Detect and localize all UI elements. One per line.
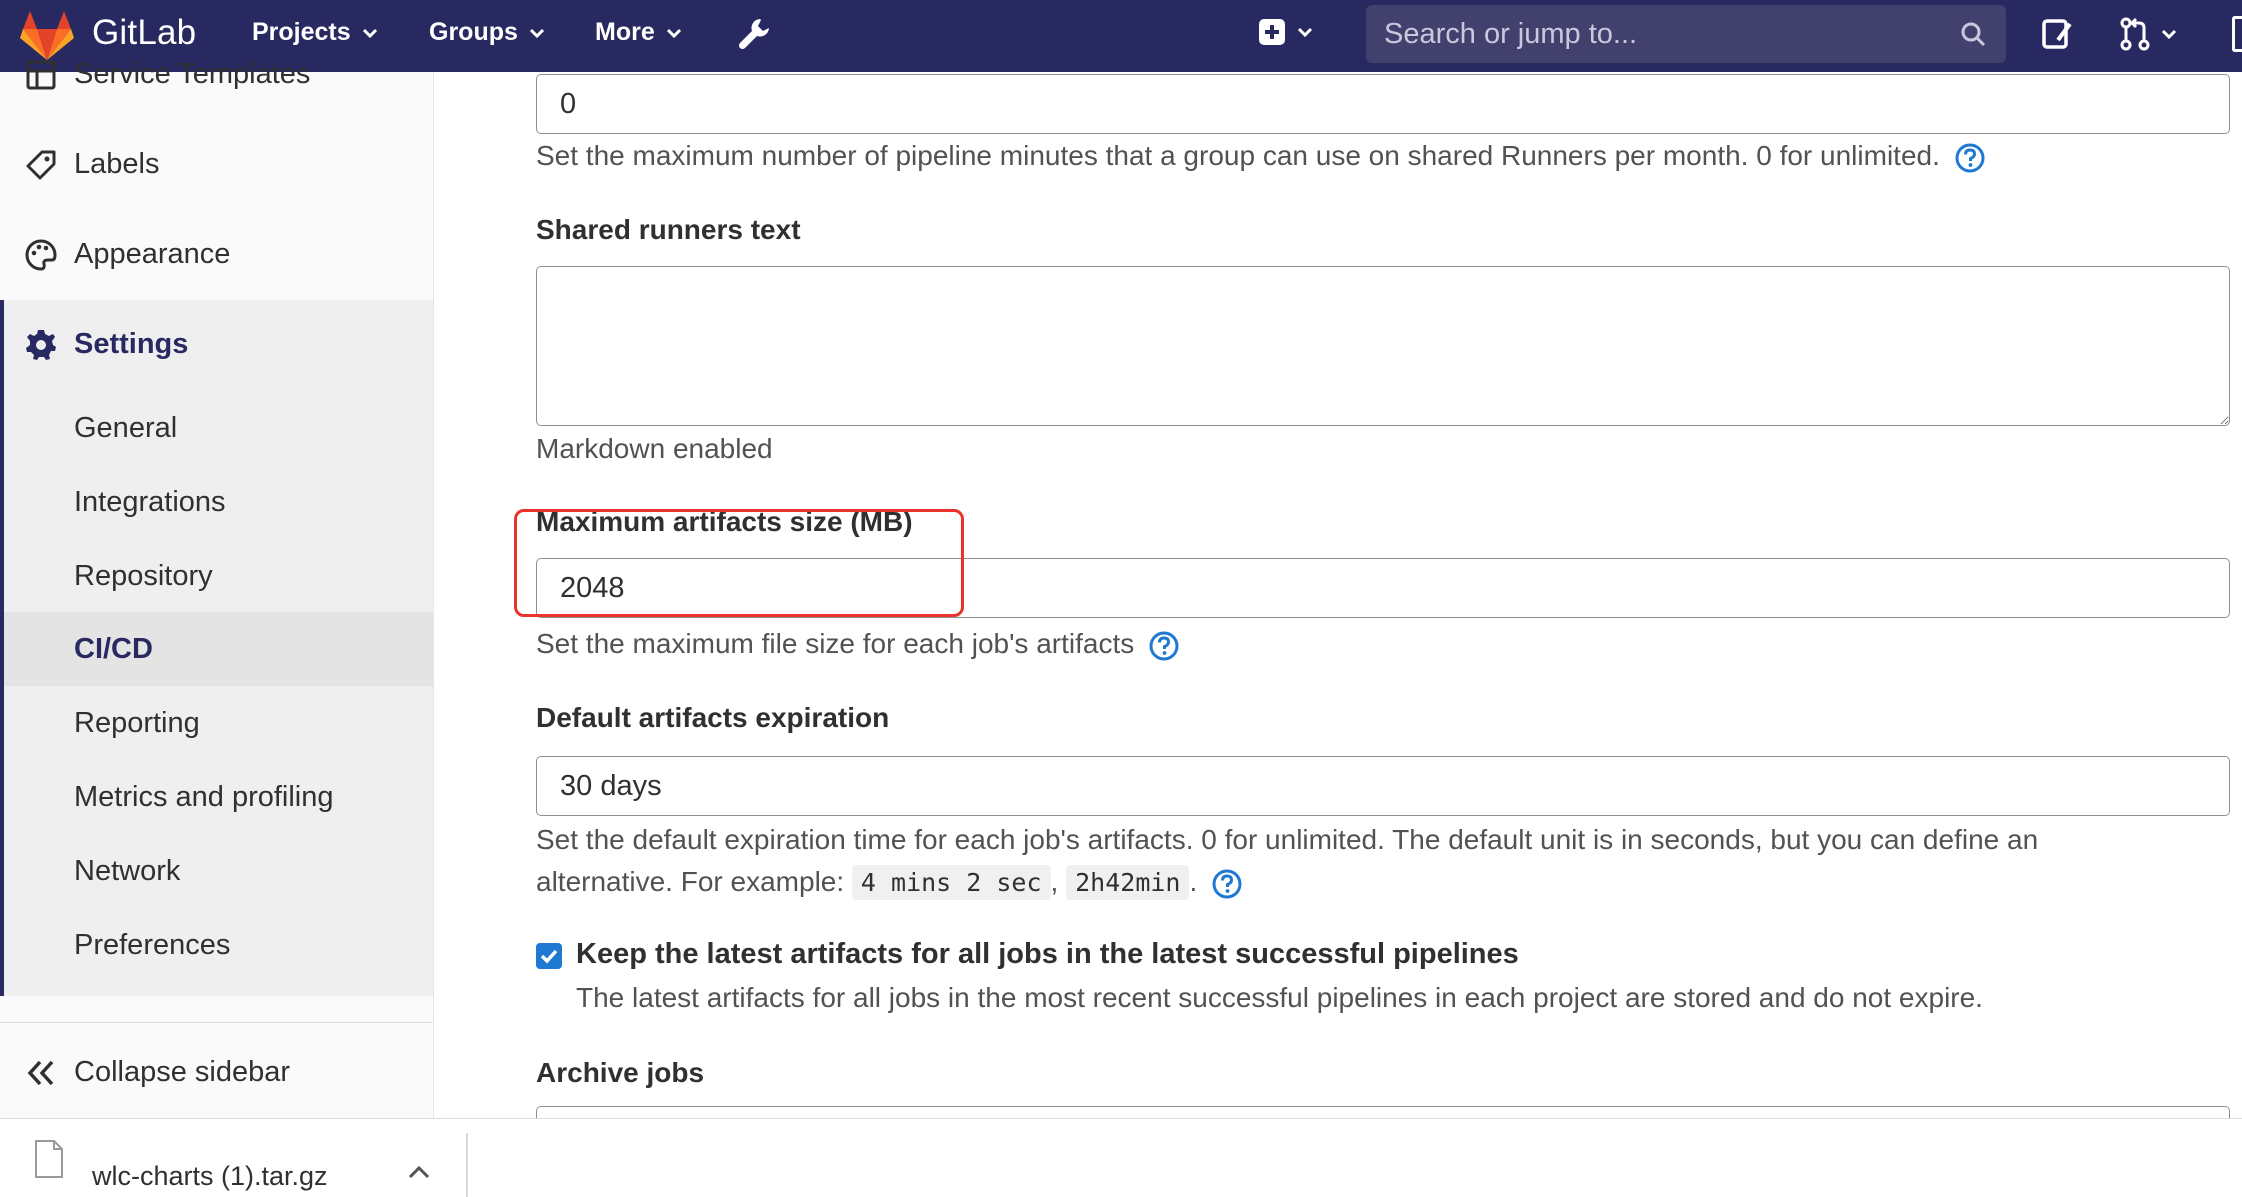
max-artifacts-size-help-text: Set the maximum file size for each job's… [536,628,1135,659]
chevron-down-icon [1297,27,1313,38]
gitlab-logo-icon[interactable] [20,10,74,62]
max-artifacts-size-help: Set the maximum file size for each job's… [536,623,1180,665]
default-artifacts-expiration-help: Set the default expiration time for each… [536,819,2038,904]
chevron-down-icon [2161,29,2177,40]
sidebar-item-label: Labels [74,148,160,180]
brand-name[interactable]: GitLab [92,13,196,53]
pipeline-minutes-input[interactable] [536,74,2230,134]
archive-jobs-label: Archive jobs [536,1057,705,1088]
expiration-help-line2: alternative. For example: 4 mins 2 sec, … [536,861,2038,904]
cicd-active-highlight [4,612,433,686]
palette-icon [25,239,57,271]
expiration-help-line1: Set the default expiration time for each… [536,824,2039,855]
pipeline-minutes-help: Set the maximum number of pipeline minut… [536,135,1986,177]
gear-icon [26,330,56,360]
checkmark-icon [540,949,558,964]
question-circle-icon[interactable] [1954,142,1986,174]
shared-runners-text-label: Shared runners text [536,214,801,245]
more-menu-label: More [595,18,655,46]
sidebar-subitem-cicd[interactable]: CI/CD [74,633,153,666]
question-circle-icon[interactable] [1148,630,1180,662]
sidebar-subitem-network[interactable]: Network [74,855,180,888]
sidebar-divider [0,1022,433,1023]
default-artifacts-expiration-input[interactable] [536,756,2230,816]
red-highlight-annotation [514,509,964,617]
projects-menu-label: Projects [252,18,351,46]
tag-icon [26,150,56,180]
sidebar-subitem-reporting[interactable]: Reporting [74,707,200,740]
todos-icon[interactable] [2232,16,2242,52]
markdown-enabled-hint: Markdown enabled [536,433,773,464]
template-icon [26,60,56,90]
issues-icon[interactable] [2040,16,2076,52]
expiration-help-suffix: . [1189,866,1198,897]
chevron-down-icon [666,28,681,38]
sidebar-item-label: Settings [74,328,189,360]
download-filename[interactable]: wlc-charts (1).tar.gz [92,1161,328,1192]
sidebar-subitem-integrations[interactable]: Integrations [74,486,226,519]
chevron-up-icon[interactable] [406,1163,432,1181]
keep-latest-artifacts-checkbox[interactable] [536,943,562,969]
sidebar-subitem-repository[interactable]: Repository [74,560,213,593]
example-code-1: 4 mins 2 sec [851,865,1051,900]
chevron-down-icon [362,28,377,38]
sidebar-item-label: Service Templates [74,58,311,90]
admin-sidebar: Service Templates Labels Appearance Sett… [0,58,434,1118]
example-separator: , [1050,866,1059,897]
merge-requests-dropdown[interactable] [2118,16,2178,52]
shared-runners-textarea[interactable] [536,266,2230,426]
example-code-2: 2h42min [1066,865,1190,900]
keep-latest-artifacts-label[interactable]: Keep the latest artifacts for all jobs i… [576,938,1519,971]
groups-menu[interactable]: Groups [429,18,546,47]
projects-menu[interactable]: Projects [252,18,379,47]
sidebar-item-label: Appearance [74,238,231,270]
file-icon [35,1140,63,1178]
merge-request-icon [2120,17,2150,51]
sidebar-subitem-preferences[interactable]: Preferences [74,929,230,962]
search-icon [1961,22,1986,47]
default-artifacts-expiration-label: Default artifacts expiration [536,702,890,733]
chevron-down-icon [529,28,544,38]
expiration-help-prefix: alternative. For example: [536,866,845,897]
pipeline-minutes-help-text: Set the maximum number of pipeline minut… [536,140,1940,171]
plus-square-icon [1259,19,1285,45]
wrench-icon[interactable] [736,16,772,52]
more-menu[interactable]: More [595,18,683,47]
keep-latest-artifacts-help: The latest artifacts for all jobs in the… [576,982,1983,1013]
search-box[interactable] [1366,5,2006,63]
double-chevron-left-icon [27,1060,54,1086]
sidebar-subitem-general[interactable]: General [74,412,177,445]
search-input[interactable] [1366,5,1944,63]
question-circle-icon[interactable] [1211,868,1243,900]
browser-download-bar: wlc-charts (1).tar.gz [0,1118,2242,1197]
sidebar-subitem-metrics-and-profiling[interactable]: Metrics and profiling [74,781,334,814]
top-navbar: GitLab Projects Groups More [0,0,2242,72]
archive-jobs-input[interactable] [536,1106,2230,1118]
download-separator [466,1133,468,1197]
collapse-sidebar-label: Collapse sidebar [74,1056,291,1088]
new-dropdown[interactable] [1258,18,1314,46]
groups-menu-label: Groups [429,18,518,46]
